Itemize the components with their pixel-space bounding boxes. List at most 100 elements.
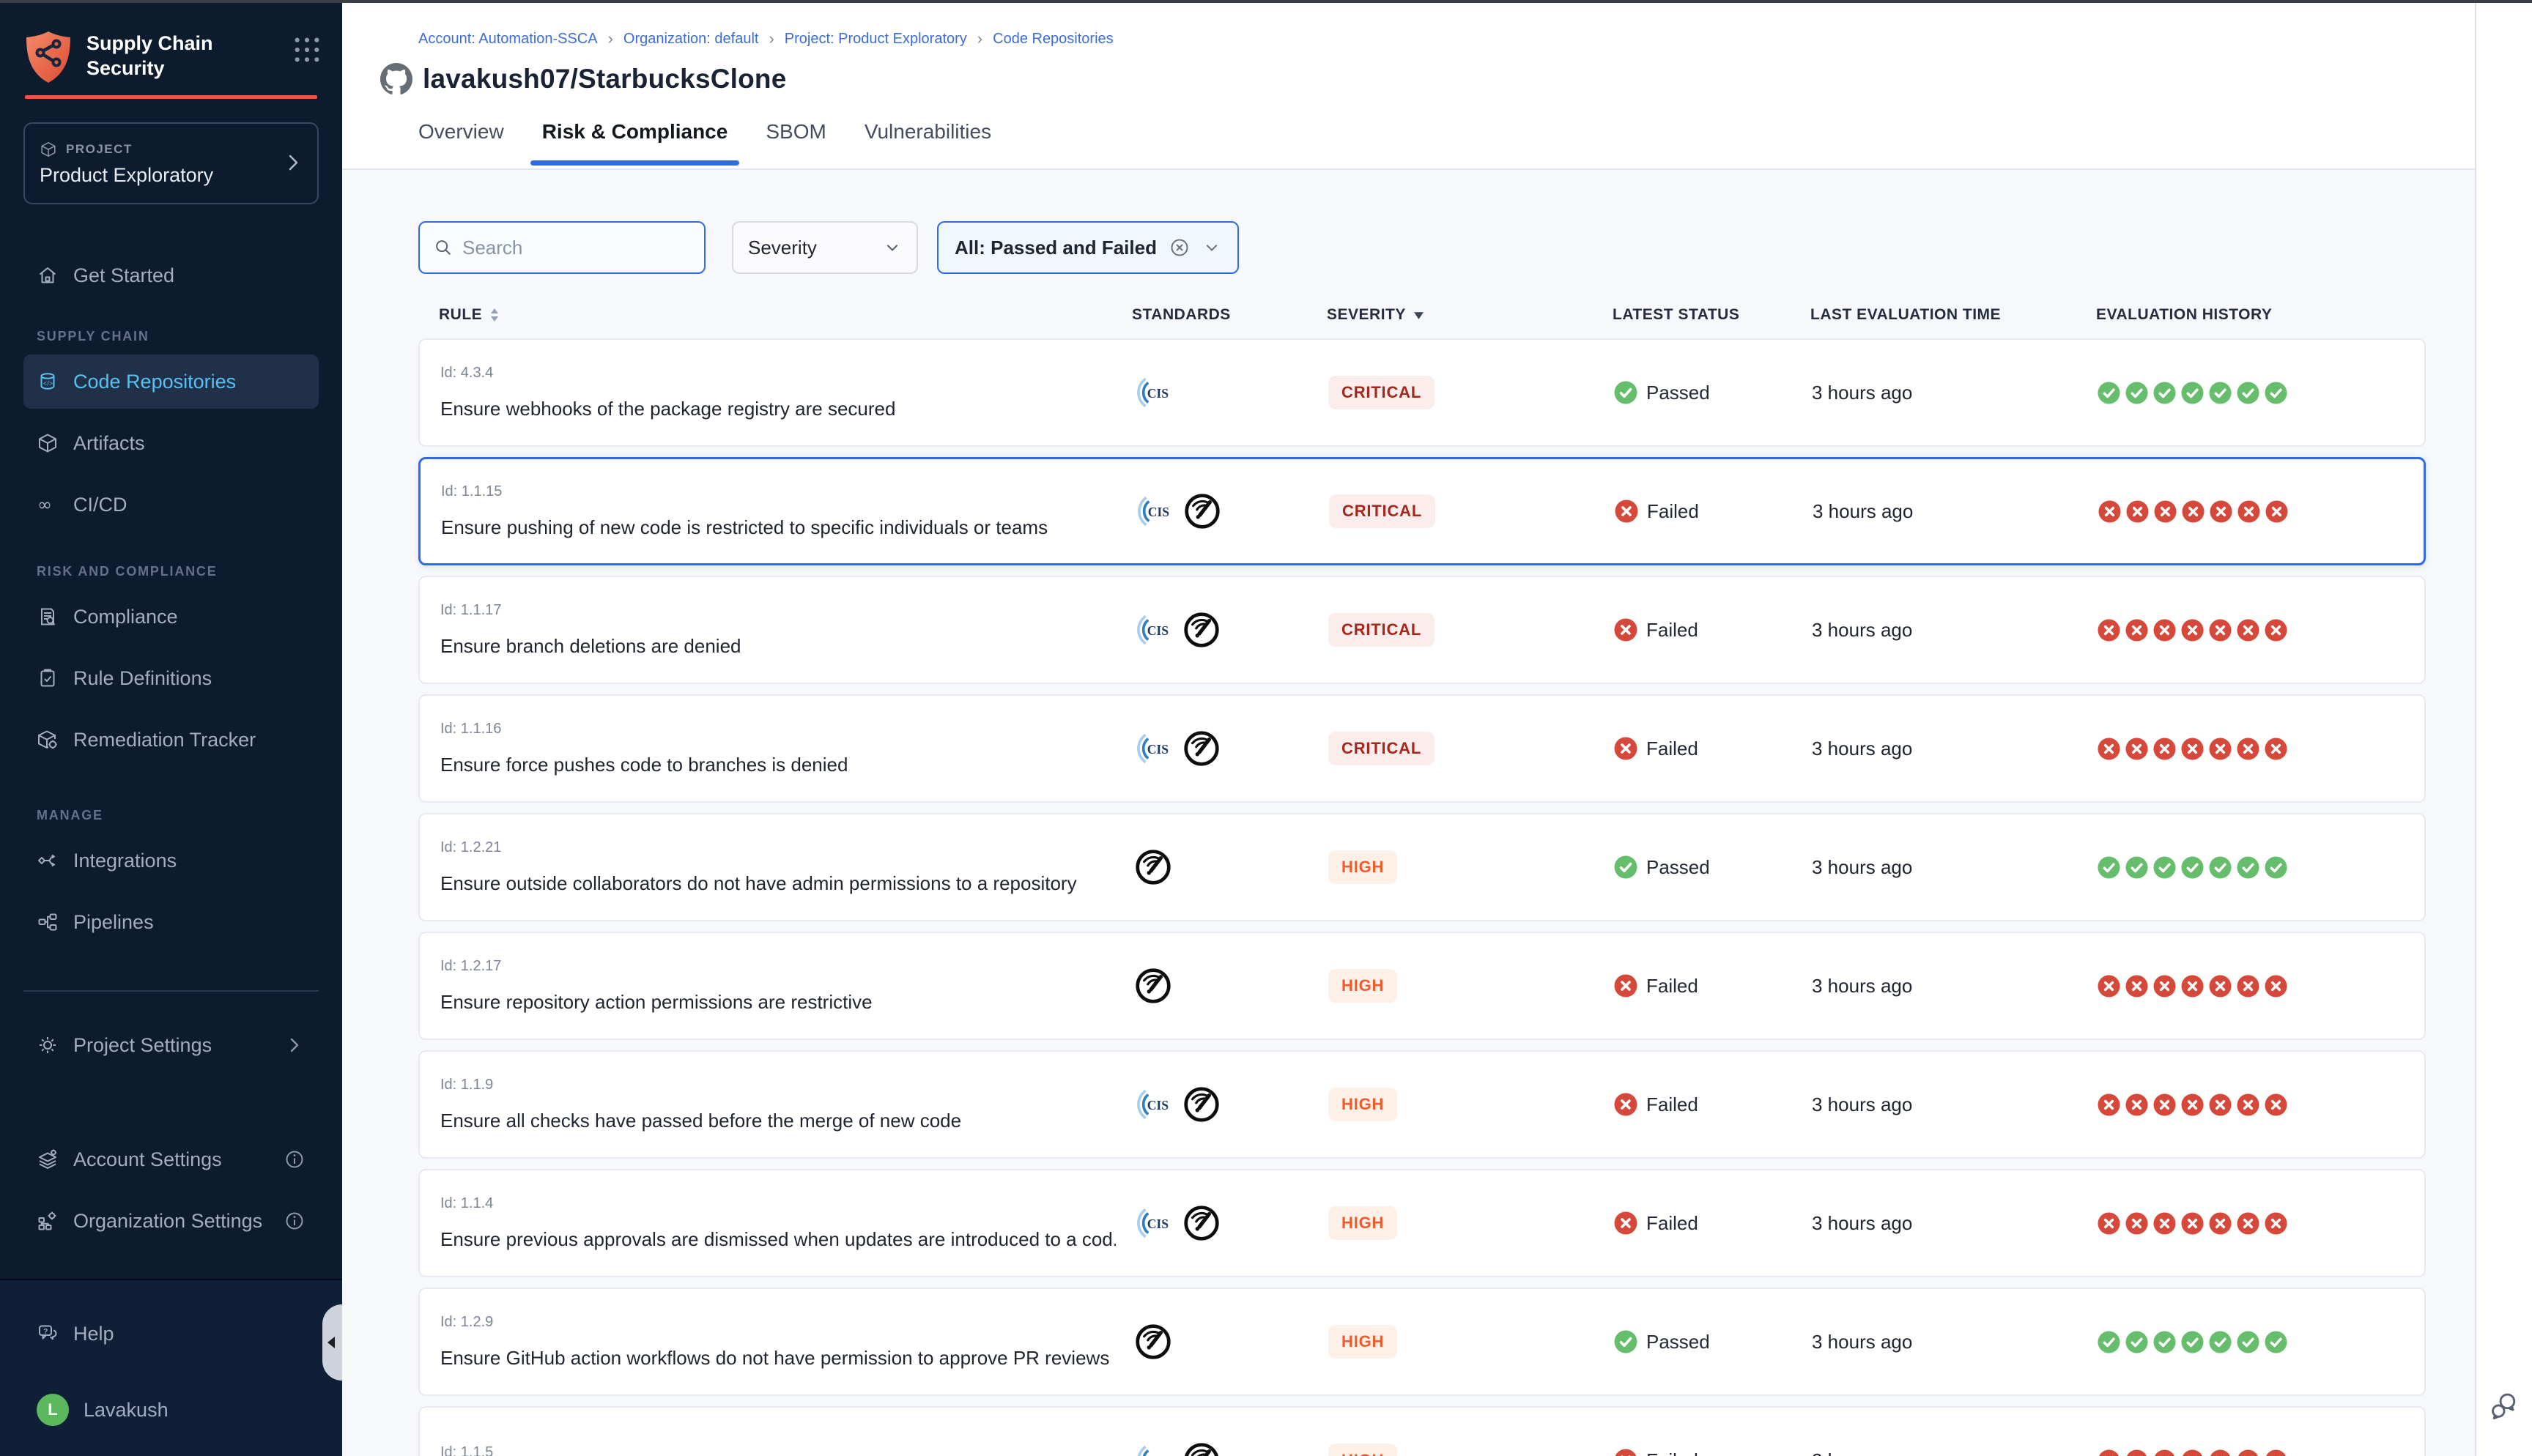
sidebar-item-compliance[interactable]: Compliance bbox=[23, 590, 319, 644]
info-icon[interactable] bbox=[284, 1210, 306, 1232]
table-row[interactable]: Id: 1.1.9 Ensure all checks have passed … bbox=[418, 1050, 2426, 1159]
history-fail-icon bbox=[2125, 974, 2148, 998]
rule-cell: Id: 1.1.4 Ensure previous approvals are … bbox=[420, 1195, 1116, 1251]
sidebar-item-code-repositories[interactable]: </> Code Repositories bbox=[23, 354, 319, 409]
cube-icon bbox=[37, 432, 59, 454]
table-row[interactable]: Id: 1.1.17 Ensure branch deletions are d… bbox=[418, 576, 2426, 684]
breadcrumb-separator: › bbox=[977, 29, 982, 48]
breadcrumb-code-repositories[interactable]: Code Repositories bbox=[993, 31, 1114, 48]
tab-overview[interactable]: Overview bbox=[418, 111, 504, 168]
evaluation-history bbox=[2098, 737, 2427, 761]
sidebar-item-integrations[interactable]: Integrations bbox=[23, 833, 319, 888]
history-fail-icon bbox=[2237, 1211, 2259, 1236]
clear-filter-icon[interactable] bbox=[1169, 237, 1191, 259]
severity-badge: CRITICAL bbox=[1328, 732, 1435, 765]
rule-text: Ensure outside collaborators do not have… bbox=[440, 872, 1116, 895]
passed-icon bbox=[1614, 855, 1637, 879]
history-pass-icon bbox=[2209, 1330, 2232, 1354]
history-fail-icon bbox=[2209, 1211, 2232, 1236]
history-fail-icon bbox=[2237, 1093, 2259, 1117]
history-fail-icon bbox=[2125, 737, 2148, 761]
screen: Supply Chain Security PROJECT Product Ex… bbox=[0, 0, 2532, 1456]
latest-status: Failed bbox=[1600, 499, 1798, 523]
table-row[interactable]: Id: 1.2.9 Ensure GitHub action workflows… bbox=[418, 1288, 2426, 1396]
sidebar-item-label: Project Settings bbox=[73, 1034, 212, 1057]
table-row[interactable]: Id: 1.1.4 Ensure previous approvals are … bbox=[418, 1169, 2426, 1277]
table-row[interactable]: Id: 1.2.21 Ensure outside collaborators … bbox=[418, 813, 2426, 921]
sidebar-item-pipelines[interactable]: Pipelines bbox=[23, 895, 319, 949]
breadcrumb-project[interactable]: Project: Product Exploratory bbox=[785, 31, 967, 48]
evaluation-history bbox=[2098, 618, 2427, 642]
project-selector[interactable]: PROJECT Product Exploratory bbox=[23, 122, 319, 204]
column-header-last-evaluation-time: LAST EVALUATION TIME bbox=[1796, 306, 2096, 324]
history-fail-icon bbox=[2265, 737, 2287, 761]
severity-cell: HIGH bbox=[1314, 1088, 1599, 1121]
sidebar-item-help[interactable]: ? Help bbox=[23, 1307, 319, 1361]
search-box[interactable] bbox=[418, 221, 706, 274]
history-fail-icon bbox=[2125, 1093, 2148, 1117]
rule-text: Ensure previous approvals are dismissed … bbox=[440, 1228, 1116, 1251]
history-fail-icon bbox=[2237, 974, 2259, 998]
user-menu[interactable]: L Lavakush bbox=[23, 1383, 319, 1437]
owasp-logo bbox=[1182, 491, 1222, 531]
history-fail-icon bbox=[2153, 974, 2176, 998]
apps-grid-icon[interactable] bbox=[292, 35, 322, 64]
tab-sbom[interactable]: SBOM bbox=[766, 111, 826, 168]
history-fail-icon bbox=[2265, 974, 2287, 998]
layers-gear-icon bbox=[37, 1148, 59, 1170]
breadcrumb-account[interactable]: Account: Automation-SSCA bbox=[418, 31, 598, 48]
severity-badge: CRITICAL bbox=[1329, 494, 1435, 528]
sidebar-item-remediation-tracker[interactable]: Remediation Tracker bbox=[23, 713, 319, 767]
support-chat-icon[interactable] bbox=[2488, 1390, 2520, 1422]
history-fail-icon bbox=[2098, 974, 2120, 998]
history-fail-icon bbox=[2126, 499, 2149, 524]
svg-text:</>: </> bbox=[43, 380, 53, 387]
tab-risk-and-compliance[interactable]: Risk & Compliance bbox=[542, 111, 728, 168]
owasp-logo bbox=[1133, 847, 1173, 887]
table-row[interactable]: Id: 1.1.15 Ensure pushing of new code is… bbox=[418, 457, 2426, 565]
svg-text:∞: ∞ bbox=[37, 494, 52, 515]
rule-cell: Id: 4.3.4 Ensure webhooks of the package… bbox=[420, 365, 1116, 420]
history-fail-icon bbox=[2125, 618, 2148, 642]
rule-id: Id: 1.2.9 bbox=[440, 1314, 1116, 1331]
search-input[interactable] bbox=[462, 237, 691, 259]
column-header-standards: STANDARDS bbox=[1114, 306, 1312, 324]
sidebar-item-label: Integrations bbox=[73, 850, 177, 872]
history-fail-icon bbox=[2265, 499, 2288, 524]
table-row[interactable]: Id: 4.3.4 Ensure webhooks of the package… bbox=[418, 338, 2426, 447]
sidebar-item-artifacts[interactable]: Artifacts bbox=[23, 416, 319, 470]
table-row[interactable]: Id: 1.1.16 Ensure force pushes code to b… bbox=[418, 694, 2426, 803]
sidebar-item-account-settings[interactable]: Account Settings bbox=[23, 1132, 319, 1186]
info-icon[interactable] bbox=[284, 1148, 306, 1170]
failed-icon bbox=[1614, 737, 1637, 760]
table-header: RULE STANDARDS SEVERITY LATEST STATUS LA… bbox=[418, 296, 2426, 334]
cis-logo: CIS bbox=[1133, 1441, 1173, 1456]
history-fail-icon bbox=[2265, 1093, 2287, 1117]
sidebar-item-organization-settings[interactable]: Organization Settings bbox=[23, 1194, 319, 1248]
evaluation-history bbox=[2098, 1449, 2427, 1456]
severity-filter-dropdown[interactable]: Severity bbox=[732, 221, 918, 274]
svg-text:CIS: CIS bbox=[1147, 623, 1169, 638]
table-row[interactable]: Id: 1.2.17 Ensure repository action perm… bbox=[418, 932, 2426, 1040]
collapse-left-icon bbox=[327, 1337, 335, 1348]
sidebar-collapse-handle[interactable] bbox=[322, 1304, 342, 1381]
sidebar-item-cicd[interactable]: ∞ CI/CD bbox=[23, 478, 319, 532]
status-text: Failed bbox=[1647, 500, 1699, 523]
sidebar-item-rule-definitions[interactable]: Rule Definitions bbox=[23, 651, 319, 705]
status-filter-label: All: Passed and Failed bbox=[955, 237, 1157, 259]
svg-text:CIS: CIS bbox=[1147, 386, 1169, 401]
history-fail-icon bbox=[2265, 618, 2287, 642]
history-pass-icon bbox=[2237, 381, 2259, 405]
rule-id: Id: 1.1.15 bbox=[441, 483, 1117, 500]
sidebar-item-project-settings[interactable]: Project Settings bbox=[23, 1018, 319, 1072]
breadcrumb-organization[interactable]: Organization: default bbox=[623, 31, 759, 48]
tab-vulnerabilities[interactable]: Vulnerabilities bbox=[865, 111, 991, 168]
table-row[interactable]: Id: 1.1.5 CIS HIGH Failed 3 hours ago bbox=[418, 1406, 2426, 1456]
status-filter-dropdown[interactable]: All: Passed and Failed bbox=[937, 221, 1239, 274]
svg-text:CIS: CIS bbox=[1147, 742, 1169, 757]
sidebar-item-get-started[interactable]: Get Started bbox=[23, 248, 319, 302]
standards-cell bbox=[1116, 966, 1314, 1006]
history-pass-icon bbox=[2125, 381, 2148, 405]
column-header-severity[interactable]: SEVERITY bbox=[1312, 306, 1598, 324]
column-header-rule[interactable]: RULE bbox=[418, 306, 1114, 324]
